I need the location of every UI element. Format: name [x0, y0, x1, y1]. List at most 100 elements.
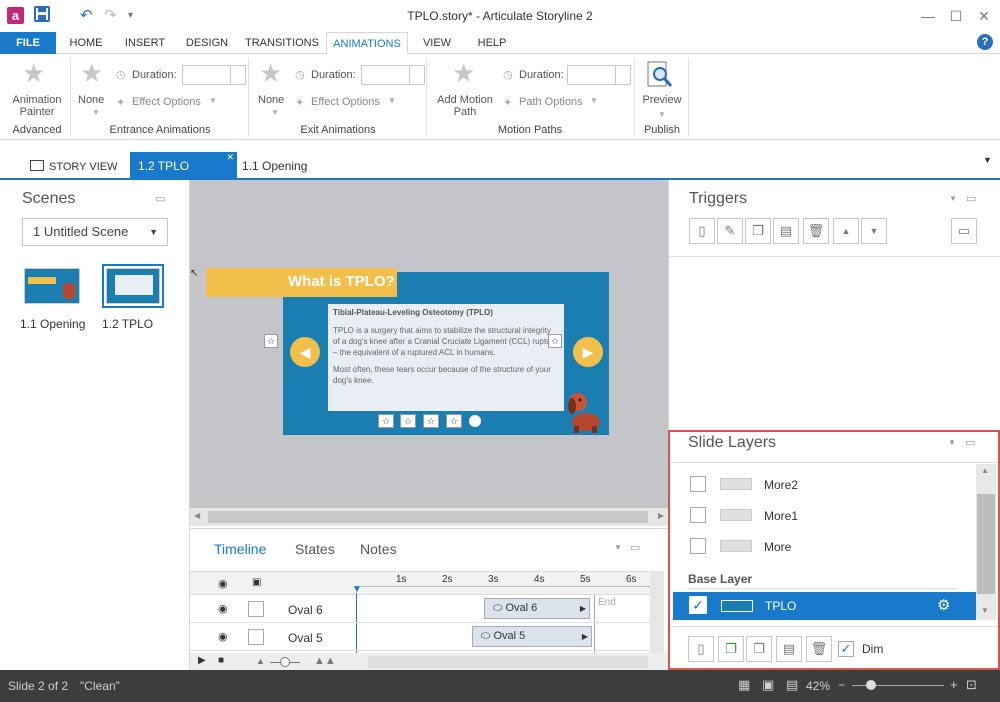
copy-layer-button[interactable]: ❐ — [746, 636, 772, 662]
scroll-thumb[interactable] — [208, 511, 648, 523]
slide-content-card[interactable]: Tibial-Plateau-Leveling Osteotomy (TPLO)… — [328, 304, 564, 411]
scroll-right-icon[interactable]: ▶ — [658, 511, 664, 520]
zoom-thumb[interactable] — [280, 657, 290, 667]
slide-thumbnail-tplo[interactable] — [102, 264, 164, 308]
entrance-effect-options-button[interactable]: Effect Options — [132, 96, 201, 108]
layer-visibility-checkbox[interactable] — [690, 507, 706, 523]
chevron-down-icon[interactable]: ▼ — [949, 194, 957, 203]
gear-icon[interactable]: ⚙ — [937, 596, 950, 614]
zoom-in-icon[interactable]: ▲▲ — [314, 655, 336, 667]
dog-illustration-icon[interactable] — [566, 388, 610, 434]
tab-home[interactable]: HOME — [60, 32, 112, 54]
duplicate-layer-button[interactable]: ❐ — [718, 636, 744, 662]
tab-timeline[interactable]: Timeline — [214, 541, 266, 557]
exit-duration-input[interactable] — [361, 65, 425, 85]
tab-design[interactable]: DESIGN — [178, 32, 236, 54]
scroll-left-icon[interactable]: ◀ — [194, 511, 200, 520]
zoom-out-icon[interactable]: − — [838, 678, 845, 692]
slide-heading-banner[interactable]: What is TPLO? — [206, 268, 397, 297]
scroll-down-icon[interactable]: ▼ — [981, 606, 989, 615]
checkmark-icon[interactable]: ✓ — [689, 596, 707, 614]
edit-trigger-button[interactable]: ✎ — [717, 218, 743, 244]
layer-item-more1[interactable]: More1 — [670, 501, 976, 529]
stage-horizontal-scrollbar[interactable]: ◀ ▶ — [190, 508, 668, 526]
dim-checkbox[interactable]: ✓ — [838, 641, 854, 657]
paste-trigger-button[interactable]: ▤ — [773, 218, 799, 244]
play-icon[interactable]: ▶ — [198, 655, 206, 666]
lock-checkbox[interactable] — [248, 601, 264, 617]
close-button[interactable]: ✕ — [972, 6, 996, 26]
tab-file[interactable]: FILE — [0, 32, 56, 54]
path-options-button[interactable]: Path Options — [519, 96, 583, 108]
new-layer-button[interactable]: ▯ — [688, 636, 714, 662]
paste-layer-button[interactable]: ▤ — [776, 636, 802, 662]
scroll-up-icon[interactable]: ▲ — [981, 466, 989, 475]
next-arrow-button[interactable]: ▶ — [573, 337, 603, 367]
float-panel-icon[interactable]: ▭ — [966, 192, 976, 205]
tab-slide-1-1-opening[interactable]: 1.1 Opening — [242, 152, 332, 180]
stop-icon[interactable]: ■ — [218, 655, 224, 666]
layer-item-more[interactable]: More — [670, 532, 976, 560]
timeline-bar[interactable]: ⬭ Oval 5 ▶ — [472, 626, 592, 647]
eye-icon[interactable]: ◉ — [218, 602, 228, 615]
timeline-row[interactable]: ◉ Oval 5 ⬭ Oval 5 ▶ — [190, 623, 650, 651]
layer-item-base-tplo[interactable]: ✓ TPLO ⚙ — [673, 592, 976, 620]
animation-star-icon[interactable]: ☆ — [446, 414, 462, 428]
progress-dot-oval[interactable] — [469, 415, 481, 427]
animation-star-icon[interactable]: ☆ — [264, 334, 278, 348]
story-view-tab[interactable]: STORY VIEW — [30, 152, 118, 180]
preview-button[interactable]: Preview — [638, 94, 686, 106]
tab-states[interactable]: States — [295, 541, 335, 557]
exit-effect-options-button[interactable]: Effect Options — [311, 96, 380, 108]
delete-layer-button[interactable]: 🗑 — [806, 636, 832, 662]
entrance-duration-input[interactable] — [182, 65, 246, 85]
new-trigger-button[interactable]: ▯ — [689, 218, 715, 244]
slide-thumbnail-opening[interactable] — [24, 268, 80, 304]
help-icon[interactable]: ? — [977, 34, 993, 50]
motion-duration-input[interactable] — [567, 65, 631, 85]
delete-trigger-button[interactable]: 🗑 — [803, 218, 829, 244]
eye-icon[interactable]: ◉ — [218, 577, 228, 590]
tab-slide-1-2-tplo[interactable]: 1.2 TPLO ✕ — [130, 152, 237, 180]
slide-sorter-icon[interactable]: ▤ — [786, 677, 798, 693]
chevron-down-icon[interactable]: ▼ — [948, 438, 956, 447]
float-panel-icon[interactable]: ▭ — [630, 541, 640, 554]
animation-painter-button[interactable]: Animation Painter — [6, 94, 68, 118]
eye-icon[interactable]: ◉ — [218, 630, 228, 643]
layer-visibility-checkbox[interactable] — [690, 476, 706, 492]
timeline-bar[interactable]: ⬭ Oval 6 ▶ — [484, 598, 590, 619]
animation-star-icon[interactable]: ☆ — [548, 334, 562, 348]
float-panel-icon[interactable]: ▭ — [965, 436, 975, 449]
tab-animations[interactable]: ANIMATIONS — [326, 32, 408, 55]
chevron-down-icon[interactable]: ▼ — [614, 543, 622, 552]
zoom-slider-thumb[interactable] — [866, 680, 876, 690]
zoom-in-icon[interactable]: + — [950, 677, 958, 692]
float-panel-icon[interactable]: ▭ — [155, 192, 165, 205]
tab-transitions[interactable]: TRANSITIONS — [240, 32, 324, 54]
add-motion-path-button[interactable]: Add Motion Path — [432, 94, 498, 118]
zoom-out-icon[interactable]: ▲ — [256, 656, 265, 666]
timeline-row[interactable]: ◉ Oval 6 ⬭ Oval 6 ▶ — [190, 595, 650, 623]
animation-star-icon[interactable]: ☆ — [423, 414, 439, 428]
maximize-button[interactable]: ☐ — [944, 6, 968, 26]
tab-view[interactable]: VIEW — [414, 32, 460, 54]
tabs-dropdown-icon[interactable]: ▼ — [983, 155, 992, 165]
exit-none-button[interactable]: None — [258, 94, 284, 106]
lock-checkbox[interactable] — [248, 629, 264, 645]
manage-variables-button[interactable]: ▭ — [951, 218, 977, 244]
animation-star-icon[interactable]: ☆ — [378, 414, 394, 428]
animation-star-icon[interactable]: ☆ — [400, 414, 416, 428]
scroll-thumb[interactable] — [977, 494, 995, 594]
tab-notes[interactable]: Notes — [360, 541, 397, 557]
layers-scrollbar[interactable]: ▲ ▼ — [976, 464, 996, 620]
move-up-button[interactable]: ▲ — [833, 218, 859, 244]
layer-visibility-checkbox[interactable] — [690, 538, 706, 554]
copy-trigger-button[interactable]: ❐ — [745, 218, 771, 244]
timeline-horizontal-scrollbar[interactable] — [368, 656, 648, 668]
move-down-button[interactable]: ▼ — [861, 218, 887, 244]
tab-insert[interactable]: INSERT — [116, 32, 174, 54]
close-tab-icon[interactable]: ✕ — [226, 143, 234, 171]
lock-icon[interactable]: ▣ — [252, 577, 261, 588]
normal-view-icon[interactable]: ▣ — [762, 677, 774, 693]
fit-to-window-icon[interactable]: ⊡ — [966, 677, 977, 693]
